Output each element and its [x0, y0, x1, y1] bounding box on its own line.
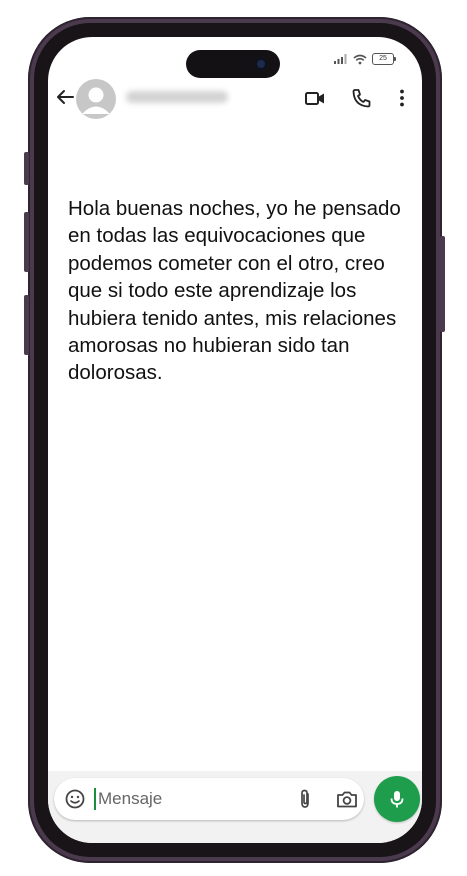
contact-avatar[interactable]: [76, 79, 116, 119]
front-camera-icon: [255, 58, 267, 70]
camera-icon[interactable]: [335, 788, 359, 810]
contact-name[interactable]: [126, 91, 228, 103]
paperclip-icon[interactable]: [294, 788, 316, 810]
microphone-button[interactable]: [374, 776, 420, 822]
wifi-icon: [353, 54, 367, 64]
status-bar: 25: [334, 53, 396, 65]
phone-call-icon[interactable]: [350, 87, 372, 109]
side-button-right: [440, 236, 445, 332]
text-caret: [94, 788, 96, 810]
phone-screen: 25 Hola buenas noches, yo he pensado en …: [48, 37, 422, 843]
message-text: Hola buenas noches, yo he pensado en tod…: [68, 197, 401, 385]
more-vertical-icon[interactable]: [391, 87, 413, 109]
dynamic-island: [186, 50, 280, 78]
video-call-icon[interactable]: [304, 87, 326, 109]
person-avatar-icon: [82, 87, 110, 114]
message-composer[interactable]: [54, 778, 364, 820]
side-button-left-top: [24, 152, 29, 185]
signal-bars-icon: [334, 54, 347, 64]
microphone-icon: [390, 791, 404, 808]
side-button-left-mid: [24, 212, 29, 272]
back-arrow-icon[interactable]: [54, 86, 76, 108]
message-input[interactable]: [98, 778, 278, 820]
battery-indicator: 25: [372, 53, 396, 65]
emoji-icon[interactable]: [64, 788, 86, 810]
side-button-left-bottom: [24, 295, 29, 355]
